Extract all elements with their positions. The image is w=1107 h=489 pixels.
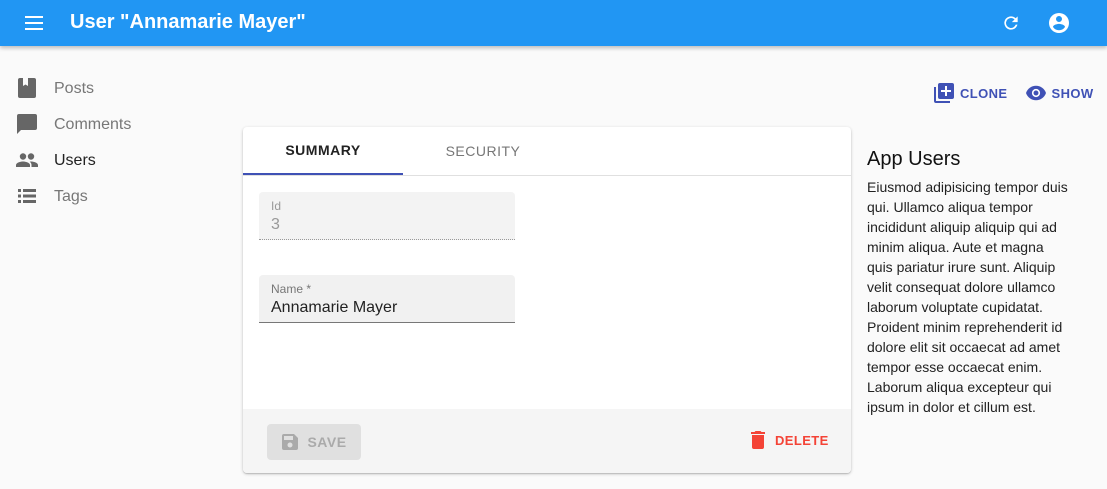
book-icon <box>15 76 39 100</box>
tab-security[interactable]: SECURITY <box>403 127 563 175</box>
menu-icon[interactable] <box>22 11 46 35</box>
sidebar-item-comments[interactable]: Comments <box>0 106 240 142</box>
name-field-value[interactable]: Annamarie Mayer <box>271 299 397 317</box>
chat-bubble-icon <box>15 112 39 136</box>
sidebar-item-tags[interactable]: Tags <box>0 178 240 214</box>
sidebar-item-label: Users <box>54 152 96 169</box>
refresh-icon[interactable] <box>999 11 1023 35</box>
form-toolbar: SAVE DELETE <box>243 409 851 473</box>
name-field-label: Name * <box>271 282 312 296</box>
save-button[interactable]: SAVE <box>267 424 361 460</box>
sidebar-item-label: Posts <box>54 80 95 97</box>
tab-bar: SUMMARY SECURITY <box>243 127 851 176</box>
sidebar-item-label: Comments <box>54 116 132 133</box>
clone-button[interactable]: CLONE <box>934 83 1008 103</box>
id-field-value: 3 <box>271 216 280 233</box>
top-toolbar: CLONE SHOW <box>934 83 1094 103</box>
aside-panel: App Users Eiusmod adipisicing tempor dui… <box>867 148 1072 417</box>
sidebar-item-users[interactable]: Users <box>0 142 240 178</box>
delete-button[interactable]: DELETE <box>749 431 829 449</box>
clone-label: CLONE <box>960 85 1008 101</box>
id-field: Id 3 <box>259 192 515 240</box>
id-field-label: Id <box>271 199 282 213</box>
delete-label: DELETE <box>775 432 829 448</box>
page-title: User "Annamarie Mayer" <box>70 11 306 33</box>
list-icon <box>15 184 39 208</box>
account-circle-icon[interactable] <box>1047 11 1071 35</box>
sidebar-item-posts[interactable]: Posts <box>0 70 240 106</box>
tab-summary[interactable]: SUMMARY <box>243 127 403 175</box>
aside-title: App Users <box>867 148 961 170</box>
show-button[interactable]: SHOW <box>1025 83 1094 103</box>
save-label: SAVE <box>307 434 347 450</box>
show-label: SHOW <box>1051 85 1094 101</box>
save-icon <box>281 433 299 451</box>
eye-icon <box>1025 83 1046 103</box>
app-bar: User "Annamarie Mayer" <box>0 0 1107 46</box>
name-field[interactable]: Name * Annamarie Mayer <box>259 275 515 323</box>
sidebar: Posts Comments Users Tags <box>0 70 240 214</box>
aside-text: Eiusmod adipisicing tempor duis qui. Ull… <box>867 179 1068 415</box>
people-icon <box>15 148 39 172</box>
library-add-icon <box>934 83 954 103</box>
trash-icon <box>749 431 767 449</box>
sidebar-item-label: Tags <box>54 188 88 205</box>
edit-form-card: SUMMARY SECURITY Id 3 Name * Annamarie M… <box>243 127 851 473</box>
